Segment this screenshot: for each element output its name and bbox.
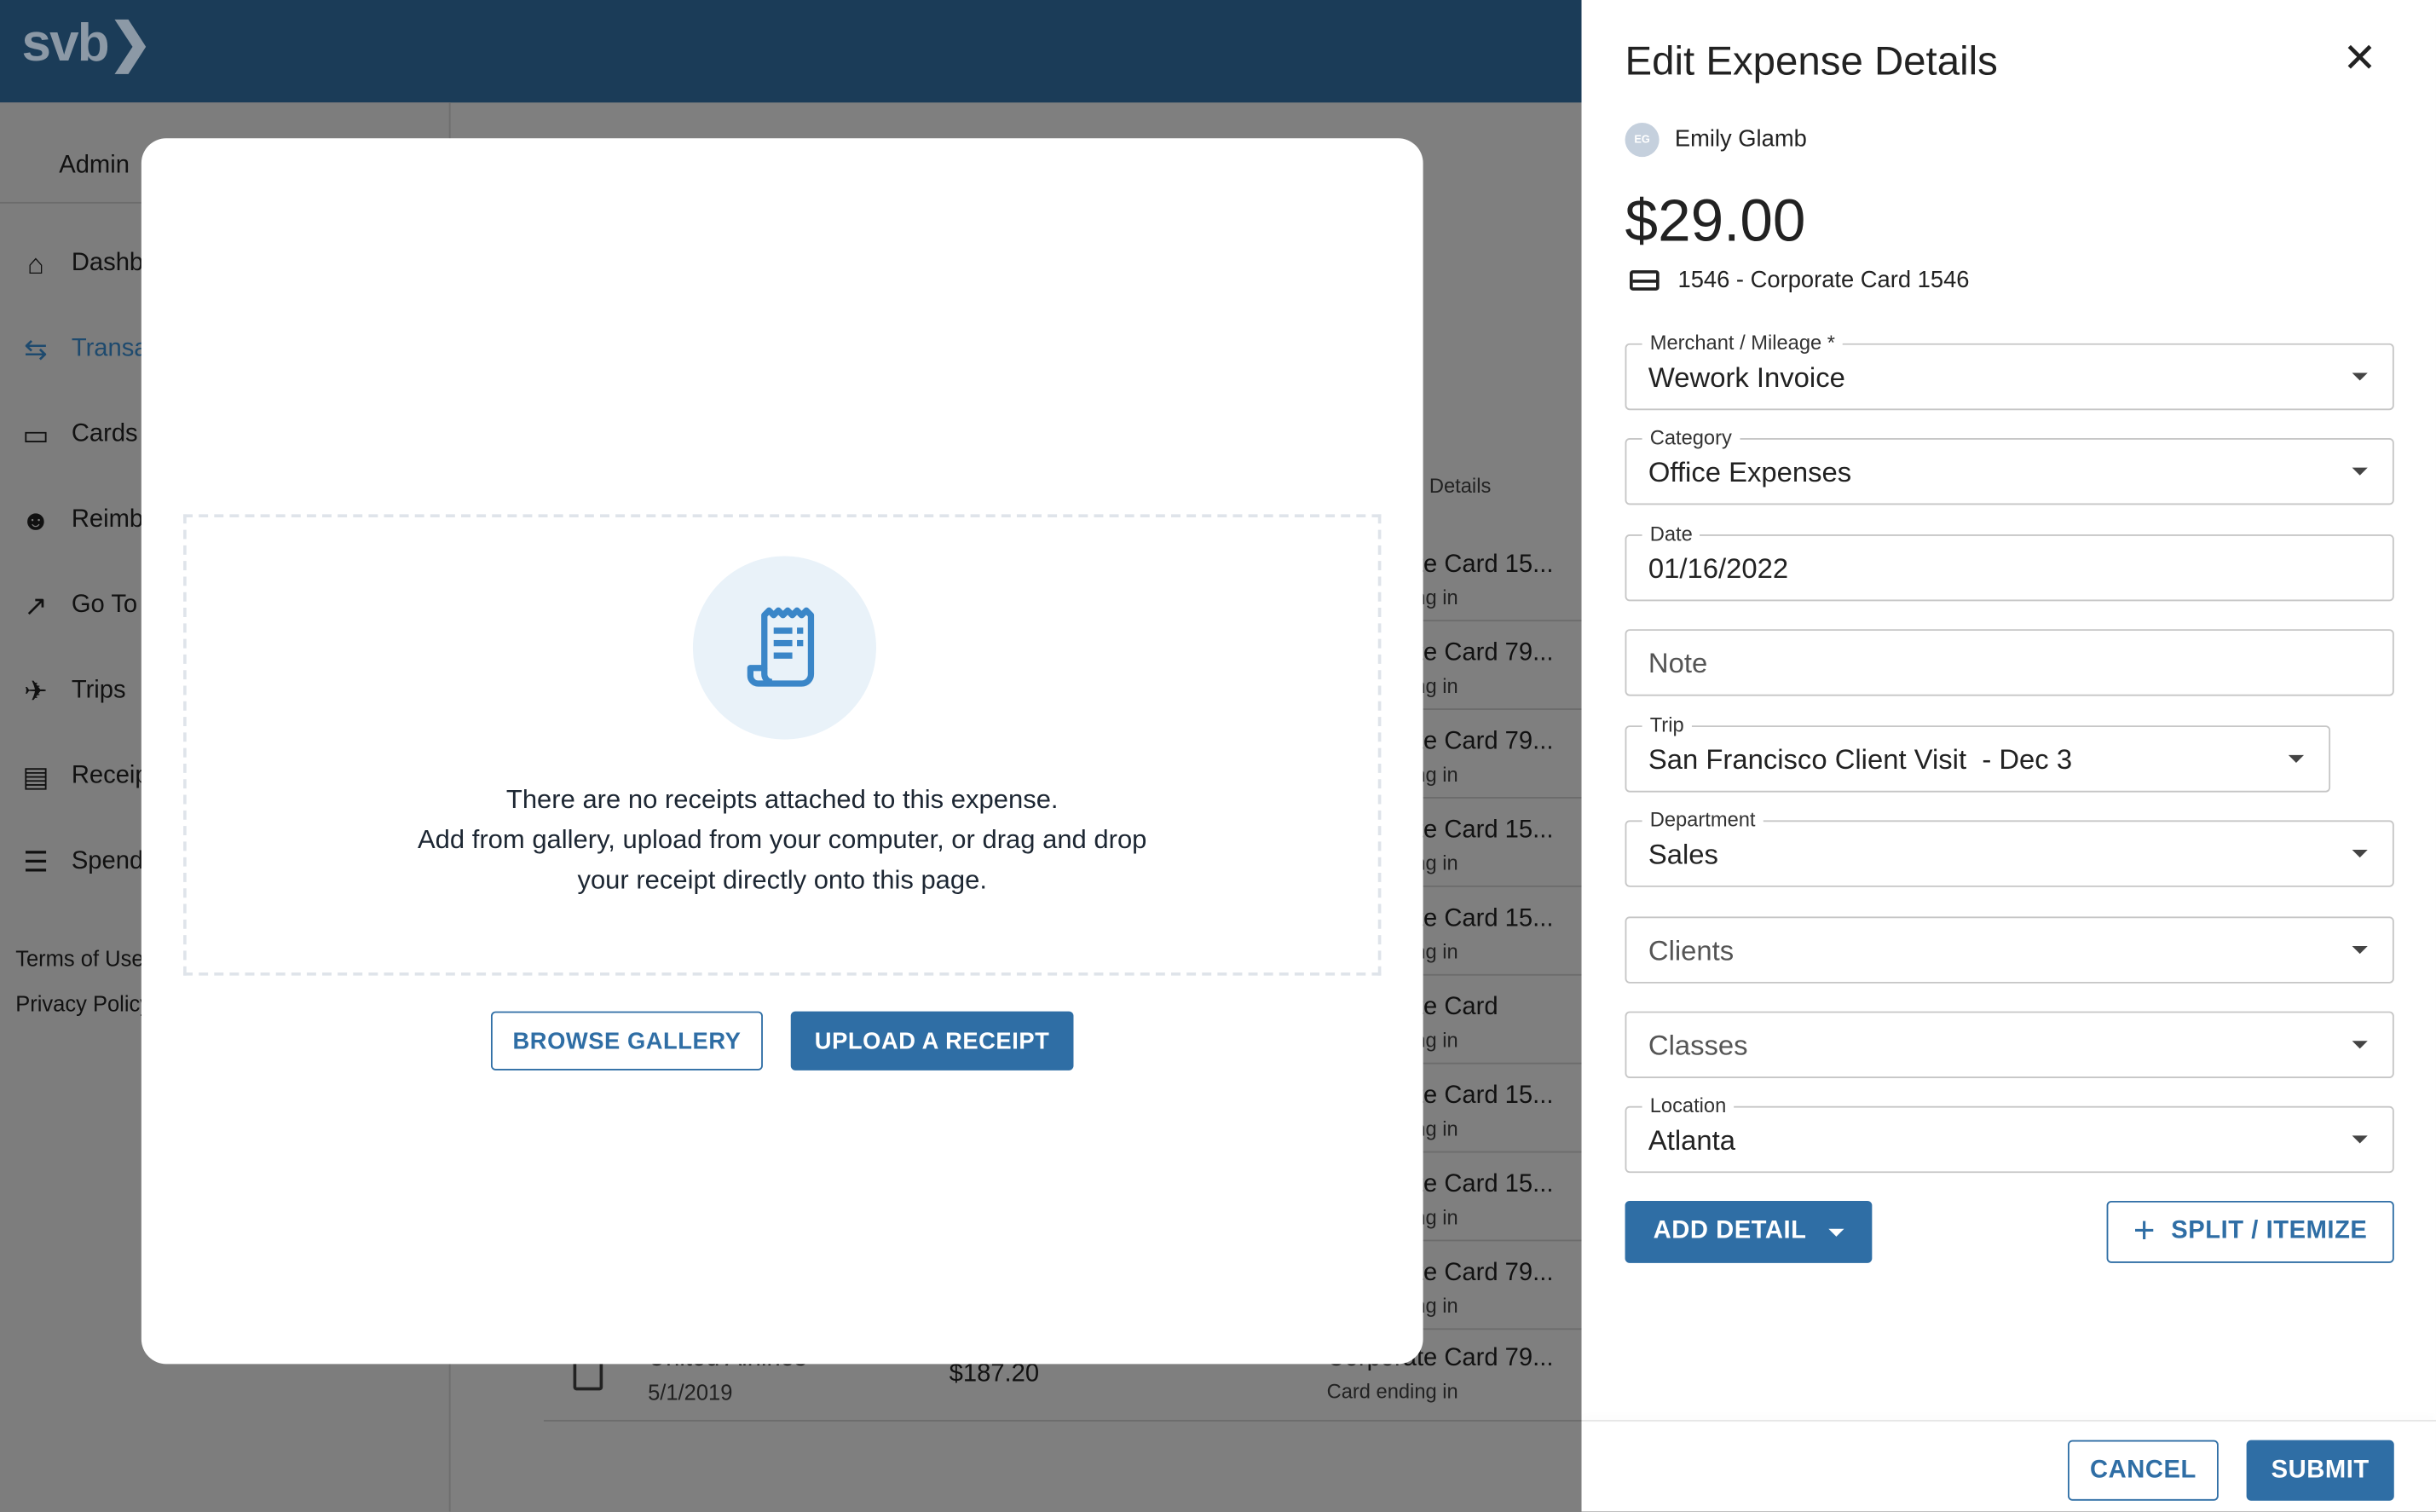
classes-field[interactable]: Classes — [1625, 1011, 2394, 1078]
field-placeholder: Classes — [1648, 1030, 1748, 1061]
sidebar-item-label: Cards — [71, 420, 138, 447]
dropdown-arrow-icon[interactable] — [2288, 754, 2305, 763]
field-value: 01/16/2022 — [1648, 552, 1789, 585]
external-link-icon: ↗ — [24, 589, 48, 621]
field-label: Category — [1642, 425, 1740, 449]
user-name: Emily Glamb — [1674, 125, 1807, 153]
panel-title: Edit Expense Details — [1625, 37, 1998, 84]
note-field[interactable]: Note — [1625, 629, 2394, 696]
receipt-modal: There are no receipts attached to this e… — [141, 138, 1423, 1365]
close-icon[interactable]: ✕ — [2343, 34, 2377, 83]
plus-icon: + — [2133, 1209, 2156, 1253]
add-detail-label: ADD DETAIL — [1653, 1217, 1807, 1244]
avatar: EG — [1625, 122, 1660, 158]
field-label: Trip — [1642, 713, 1692, 736]
category-field[interactable]: Category Office Expenses — [1625, 425, 2394, 505]
svb-logo[interactable]: svb❯ — [22, 13, 153, 75]
field-placeholder: Note — [1648, 648, 1708, 679]
edit-expense-panel: Edit Expense Details ✕ EG Emily Glamb $2… — [1581, 0, 2436, 1512]
field-label: Date — [1642, 522, 1700, 545]
department-field[interactable]: Department Sales — [1625, 807, 2394, 887]
merchant-mileage-field[interactable]: Merchant / Mileage * Wework Invoice — [1625, 331, 2394, 411]
dropdown-arrow-icon[interactable] — [2352, 467, 2368, 476]
credit-card-icon — [1630, 270, 1660, 291]
field-label: Location — [1642, 1094, 1735, 1117]
card-info: 1546 - Corporate Card 1546 — [1677, 267, 1970, 294]
field-value: Wework Invoice — [1648, 361, 1845, 394]
date-field[interactable]: Date 01/16/2022 — [1625, 522, 2394, 602]
receipt-icon: ▤ — [22, 760, 49, 792]
dropdown-arrow-icon[interactable] — [2352, 1135, 2368, 1144]
date: 5/1/2019 — [648, 1379, 733, 1405]
field-label: Department — [1642, 807, 1764, 832]
privacy-link[interactable]: Privacy Policy — [15, 991, 151, 1016]
field-value: Office Expenses — [1648, 456, 1852, 488]
field-value: San Francisco Client Visit - Dec 3 — [1648, 744, 2073, 776]
app-header: svb❯ — [0, 0, 1582, 103]
reimbursement-icon: ☻ — [20, 504, 51, 535]
transactions-icon: ⇆ — [24, 332, 48, 365]
admin-label[interactable]: Admin — [59, 153, 130, 181]
caret-down-icon — [1828, 1227, 1844, 1236]
footer-divider — [1581, 1419, 2436, 1422]
amount: $187.20 — [949, 1360, 1040, 1388]
dropdown-arrow-icon[interactable] — [2352, 1041, 2368, 1049]
clients-field[interactable]: Clients — [1625, 916, 2394, 984]
field-label: Merchant / Mileage * — [1642, 331, 1844, 355]
split-itemize-button[interactable]: + SPLIT / ITEMIZE — [2106, 1200, 2394, 1263]
card-icon: ▭ — [22, 418, 49, 450]
sidebar-item-label: Trips — [71, 677, 126, 704]
dropdown-arrow-icon[interactable] — [2352, 946, 2368, 955]
cancel-button[interactable]: CANCEL — [2068, 1440, 2219, 1501]
submit-button[interactable]: SUBMIT — [2246, 1440, 2394, 1501]
trip-field[interactable]: Trip San Francisco Client Visit - Dec 3 — [1625, 713, 2331, 793]
home-icon: ⌂ — [27, 247, 44, 280]
card-sub: Card ending in — [1326, 1379, 1458, 1403]
receipt-drop-zone[interactable]: There are no receipts attached to this e… — [183, 514, 1382, 976]
browse-gallery-button[interactable]: BROWSE GALLERY — [490, 1011, 763, 1071]
dropdown-arrow-icon[interactable] — [2352, 372, 2368, 381]
terms-link[interactable]: Terms of Use — [15, 946, 143, 971]
receipt-icon — [692, 556, 877, 740]
empty-message-line: your receipt directly onto this page. — [577, 865, 988, 895]
sidebar-item-label: Go To — [71, 592, 138, 619]
expense-amount: $29.00 — [1625, 189, 1806, 255]
upload-receipt-button[interactable]: UPLOAD A RECEIPT — [790, 1011, 1074, 1071]
add-detail-button[interactable]: ADD DETAIL — [1625, 1200, 1873, 1263]
location-field[interactable]: Location Atlanta — [1625, 1094, 2394, 1174]
details-column-header: Details — [1429, 473, 1492, 498]
row-checkbox[interactable] — [573, 1360, 603, 1391]
empty-message-line: There are no receipts attached to this e… — [505, 784, 1059, 815]
list-icon: ☰ — [23, 845, 49, 877]
field-placeholder: Clients — [1648, 935, 1735, 967]
field-value: Atlanta — [1648, 1124, 1736, 1157]
split-label: SPLIT / ITEMIZE — [2171, 1217, 2368, 1244]
sidebar-item-label: Spend — [71, 848, 144, 875]
empty-message-line: Add from gallery, upload from your compu… — [417, 824, 1147, 855]
plane-icon: ✈ — [24, 674, 48, 707]
field-value: Sales — [1648, 839, 1718, 870]
dropdown-arrow-icon[interactable] — [2352, 850, 2368, 858]
